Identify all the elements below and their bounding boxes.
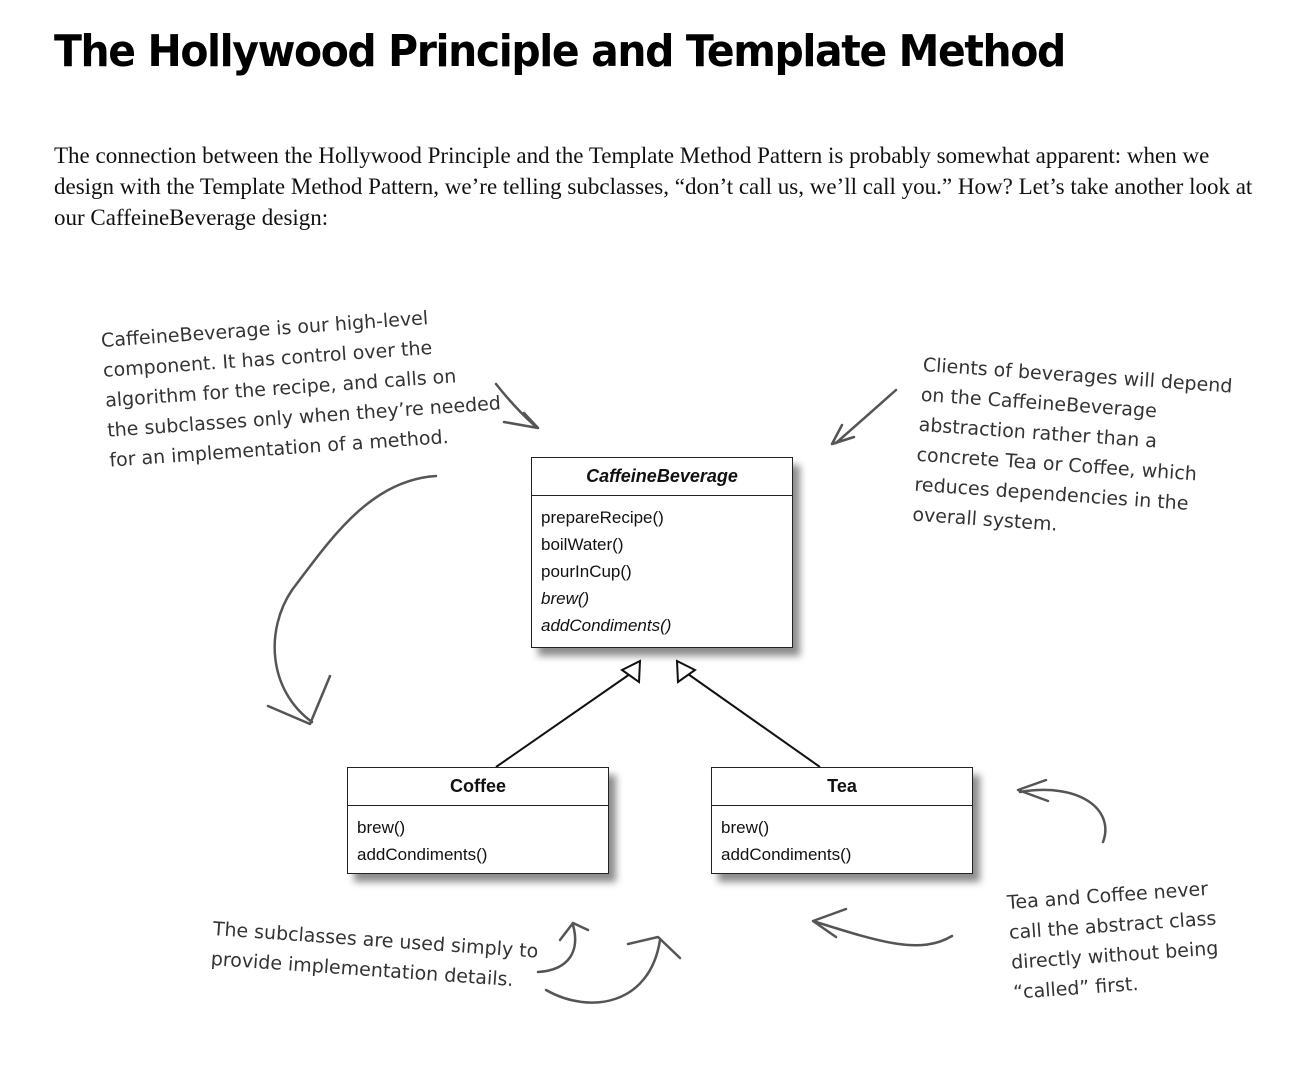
arrow-back-icon [814,920,954,947]
method: brew() [357,818,406,837]
class-methods: prepareRecipe() boilWater() pourInCup() … [532,496,792,639]
class-methods: brew() addCondiments() [712,806,972,868]
note-high-level-component: CaffeineBeverage is our high-level compo… [100,298,504,475]
method: pourInCup() [541,562,632,581]
tea-inheritance-line [687,673,821,768]
arrow-up-left-icon [536,923,577,974]
method: prepareRecipe() [541,508,664,527]
arrow-clients-icon [834,388,898,445]
arrow-head-icon [626,935,682,960]
class-name: CaffeineBeverage [532,458,792,496]
arrow-head-icon [502,411,540,430]
class-caffeine-beverage: CaffeineBeverage prepareRecipe() boilWat… [531,457,793,648]
note-never-call: Tea and Coffee never call the abstract c… [1006,874,1221,1008]
class-tea: Tea brew() addCondiments() [711,767,973,874]
class-name: Tea [712,768,972,806]
class-methods: brew() addCondiments() [348,806,608,868]
method: addCondiments() [721,845,852,864]
arrow-head-icon [811,907,848,939]
arrow-head-icon [266,674,332,726]
inheritance-arrows [495,659,821,768]
coffee-inheritance-line [495,673,631,768]
method: addCondiments() [357,845,488,864]
class-coffee: Coffee brew() addCondiments() [347,767,609,874]
arrow-head-icon [830,423,856,446]
tea-inheritance-head [675,659,697,684]
abstract-method: addCondiments() [541,616,672,635]
abstract-method: brew() [541,589,590,608]
method: boilWater() [541,535,624,554]
arrow-up-right-icon [544,938,662,1004]
method: brew() [721,818,770,837]
arrow-to-tea-icon [1018,788,1107,844]
note-clients: Clients of beverages will depend on the … [911,350,1233,551]
arrow-curve-down-icon [273,474,438,724]
class-name: Coffee [348,768,608,806]
